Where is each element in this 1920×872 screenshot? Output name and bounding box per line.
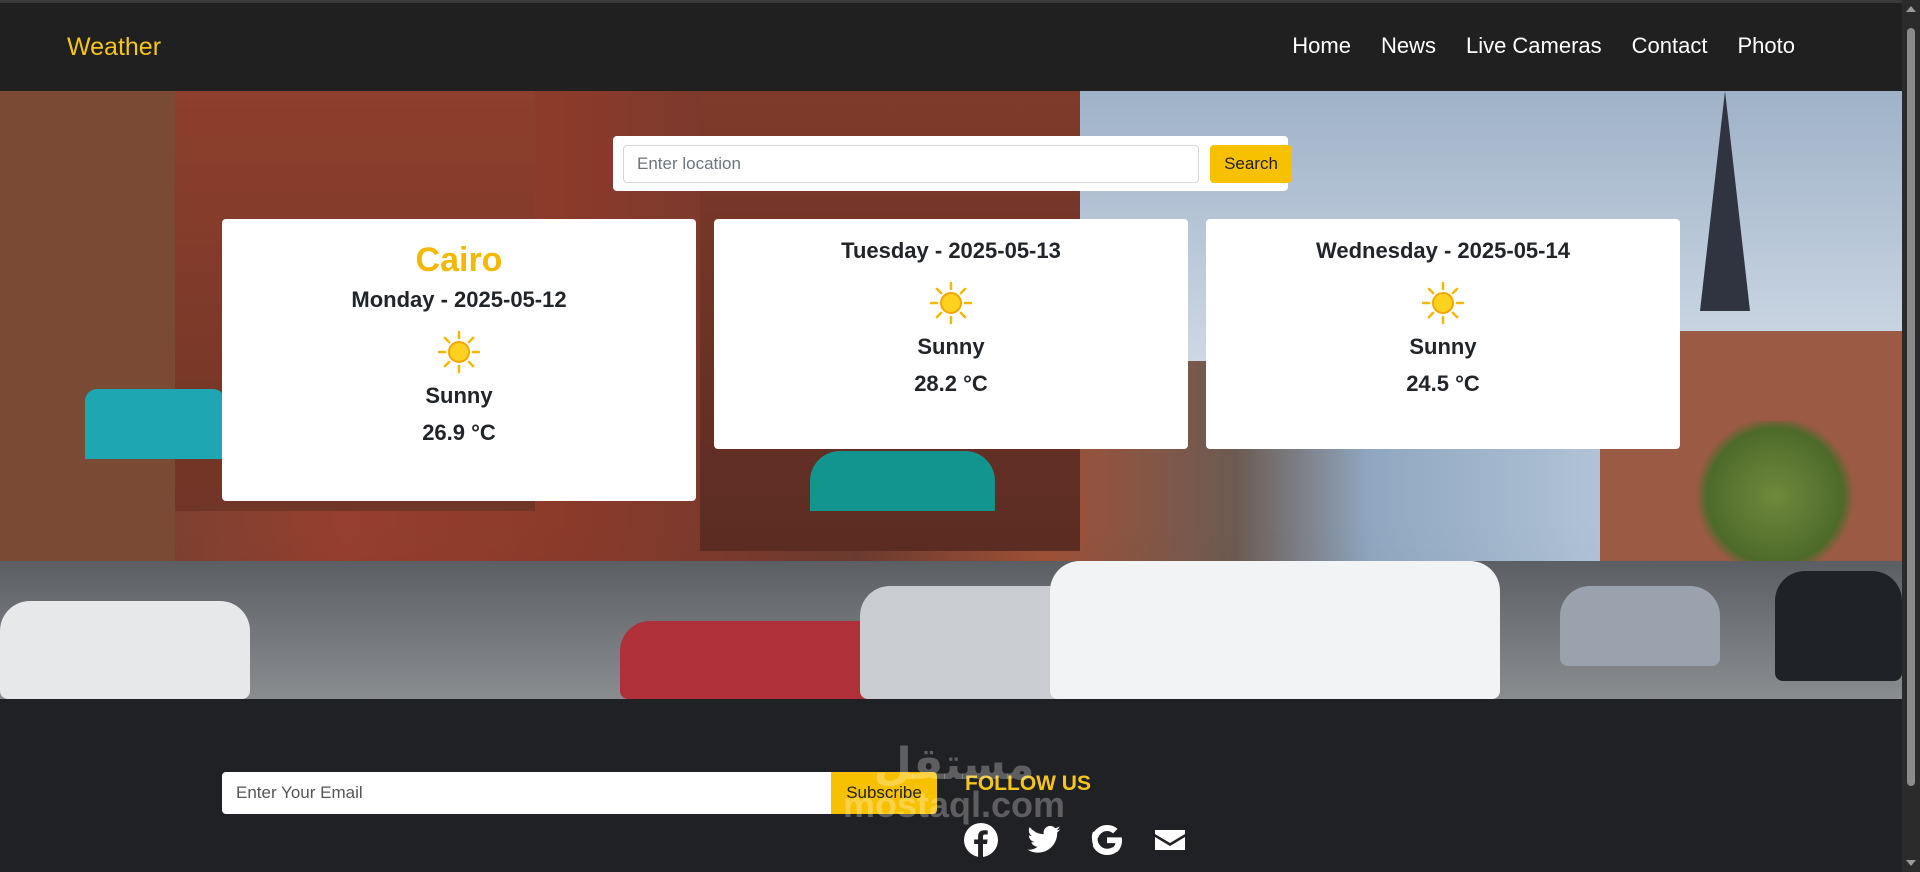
forecast-day: Tuesday - 2025-05-13 bbox=[841, 238, 1061, 263]
follow-us-heading: FOLLOW US bbox=[965, 772, 1091, 795]
forecast-temperature: 24.5 °C bbox=[1406, 371, 1480, 396]
hero-car bbox=[1050, 561, 1500, 699]
sun-icon bbox=[1421, 281, 1465, 325]
nav-link-photo[interactable]: Photo bbox=[1738, 33, 1796, 59]
forecast-day: Monday - 2025-05-12 bbox=[351, 287, 567, 312]
nav-links: Home News Live Cameras Contact Photo bbox=[1292, 33, 1795, 59]
newsletter-email-input[interactable] bbox=[222, 772, 831, 814]
google-icon[interactable] bbox=[1089, 822, 1125, 858]
social-links bbox=[963, 822, 1188, 858]
hero-church-spire bbox=[1700, 91, 1750, 311]
hero-car bbox=[1775, 571, 1902, 681]
hero-awning bbox=[810, 451, 995, 511]
hero-tree bbox=[1690, 421, 1860, 571]
nav-link-live-cameras[interactable]: Live Cameras bbox=[1466, 33, 1602, 59]
nav-link-news[interactable]: News bbox=[1381, 33, 1436, 59]
forecast-temperature: 26.9 °C bbox=[422, 420, 496, 445]
nav-link-home[interactable]: Home bbox=[1292, 33, 1351, 59]
location-search-input[interactable] bbox=[623, 145, 1199, 183]
hero-car bbox=[860, 586, 1080, 699]
page-scrollbar[interactable] bbox=[1902, 0, 1920, 872]
scrollbar-thumb[interactable] bbox=[1907, 28, 1915, 786]
forecast-card-day-3: Wednesday - 2025-05-14 Sunny 24.5 °C bbox=[1206, 219, 1680, 449]
scroll-up-arrow-icon[interactable] bbox=[1906, 6, 1916, 12]
city-name: Cairo bbox=[415, 241, 503, 279]
brand-logo[interactable]: Weather bbox=[67, 33, 161, 62]
forecast-card-day-2: Tuesday - 2025-05-13 Sunny 28.2 °C bbox=[714, 219, 1188, 449]
subscribe-button[interactable]: Subscribe bbox=[831, 772, 937, 814]
facebook-icon[interactable] bbox=[963, 822, 999, 858]
twitter-icon[interactable] bbox=[1026, 822, 1062, 858]
sun-icon bbox=[929, 281, 973, 325]
hero-car bbox=[0, 601, 250, 699]
nav-link-contact[interactable]: Contact bbox=[1632, 33, 1708, 59]
hero-awning bbox=[85, 389, 225, 459]
search-button[interactable]: Search bbox=[1210, 145, 1292, 183]
forecast-condition: Sunny bbox=[917, 334, 985, 359]
forecast-condition: Sunny bbox=[1409, 334, 1477, 359]
forecast-condition: Sunny bbox=[425, 383, 493, 408]
hero-building bbox=[0, 91, 175, 591]
scroll-down-arrow-icon[interactable] bbox=[1906, 860, 1916, 866]
hero-car bbox=[620, 621, 890, 699]
forecast-day: Wednesday - 2025-05-14 bbox=[1316, 238, 1570, 263]
search-bar: Search bbox=[613, 136, 1292, 191]
navbar: Weather Home News Live Cameras Contact P… bbox=[0, 0, 1902, 91]
hero-car bbox=[1560, 586, 1720, 666]
sun-icon bbox=[437, 330, 481, 374]
forecast-card-today: Cairo Monday - 2025-05-12 Sunny 26.9 °C bbox=[222, 219, 696, 501]
email-icon[interactable] bbox=[1152, 822, 1188, 858]
forecast-temperature: 28.2 °C bbox=[914, 371, 988, 396]
